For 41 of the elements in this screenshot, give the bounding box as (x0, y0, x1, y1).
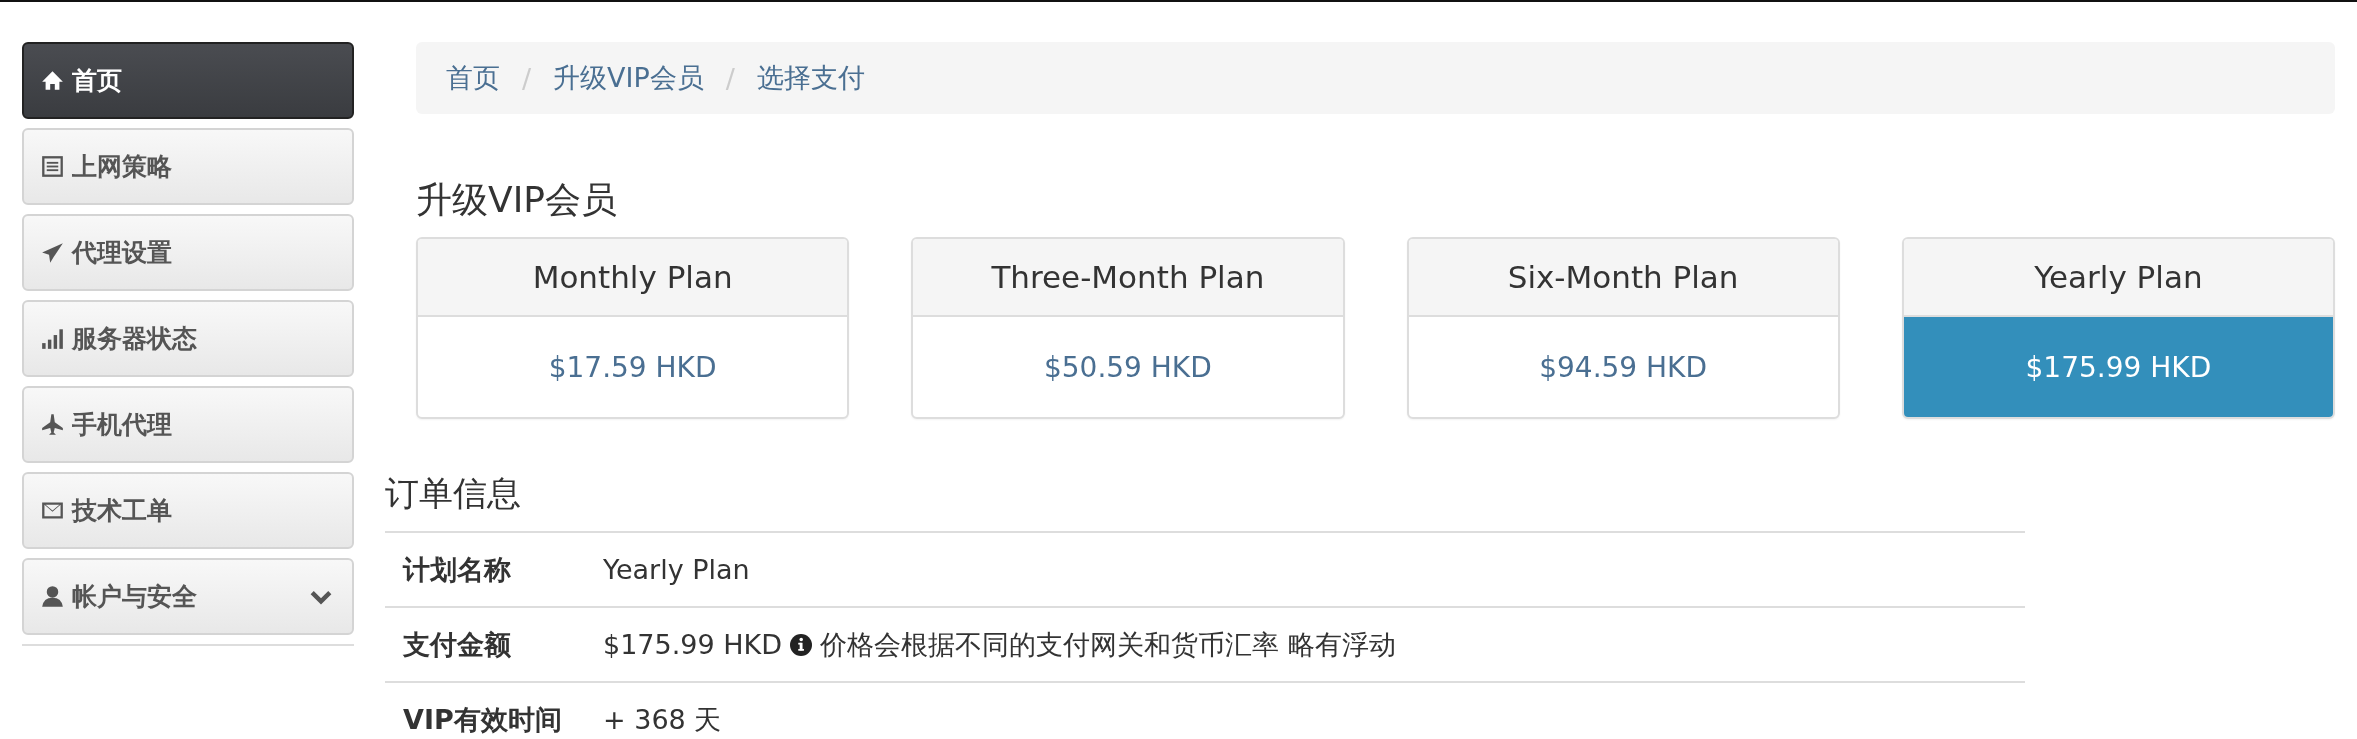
sidebar-item[interactable]: 手机代理 (22, 386, 354, 463)
section-heading: 升级VIP会员 (416, 178, 618, 222)
field-label: VIP有效时间 (402, 702, 563, 737)
sidebar-item[interactable]: 技术工单 (22, 472, 354, 549)
field-value: Yearly Plan (603, 554, 750, 585)
sidebar-item[interactable]: 帐户与安全 (22, 558, 354, 635)
breadcrumb-link[interactable]: 选择支付 (756, 60, 865, 96)
plan-name: Six-Month Plan (1408, 239, 1838, 317)
breadcrumb-separator: / (725, 62, 735, 94)
info-icon (790, 633, 813, 656)
sidebar-item[interactable]: 首页 (22, 42, 354, 119)
home-icon (41, 69, 64, 92)
section-heading: 订单信息 (385, 472, 522, 515)
sidebar-item[interactable]: 上网策略 (22, 128, 354, 205)
plan-card[interactable]: Three-Month Plan $50.59 HKD (911, 237, 1345, 419)
list-icon (41, 155, 64, 178)
user-icon (41, 585, 64, 608)
airplane-icon (41, 413, 64, 436)
plan-price: $94.59 HKD (1538, 349, 1709, 386)
paper-plane-icon (41, 241, 64, 264)
breadcrumb-separator: / (522, 62, 532, 94)
plan-name: Monthly Plan (418, 239, 848, 317)
plan-card[interactable]: Six-Month Plan $94.59 HKD (1406, 237, 1840, 419)
plan-name: Yearly Plan (1903, 239, 2333, 317)
plan-name: Three-Month Plan (913, 239, 1343, 317)
plan-price: $50.59 HKD (1042, 349, 1213, 386)
field-label: 计划名称 (401, 552, 512, 587)
field-value: + 368 天 (603, 702, 722, 737)
field-value: $175.99 HKD (603, 629, 783, 660)
envelope-icon (41, 499, 64, 522)
field-label: 支付金额 (402, 627, 512, 662)
sidebar-item[interactable]: 服务器状态 (22, 300, 354, 377)
sidebar-item[interactable]: 代理设置 (22, 214, 354, 291)
plan-price: $175.99 HKD (1903, 317, 2333, 417)
breadcrumb-link[interactable]: 升级VIP会员 (553, 60, 704, 96)
field-note: 价格会根据不同的支付网关和货币汇率 略有浮动 (820, 627, 1396, 662)
plan-price: $17.59 HKD (547, 349, 718, 386)
plan-card[interactable]: Monthly Plan $17.59 HKD (416, 237, 850, 419)
signal-bars-icon (41, 327, 64, 350)
plan-card[interactable]: Yearly Plan $175.99 HKD (1901, 237, 2335, 419)
breadcrumb-link[interactable]: 首页 (446, 60, 500, 96)
